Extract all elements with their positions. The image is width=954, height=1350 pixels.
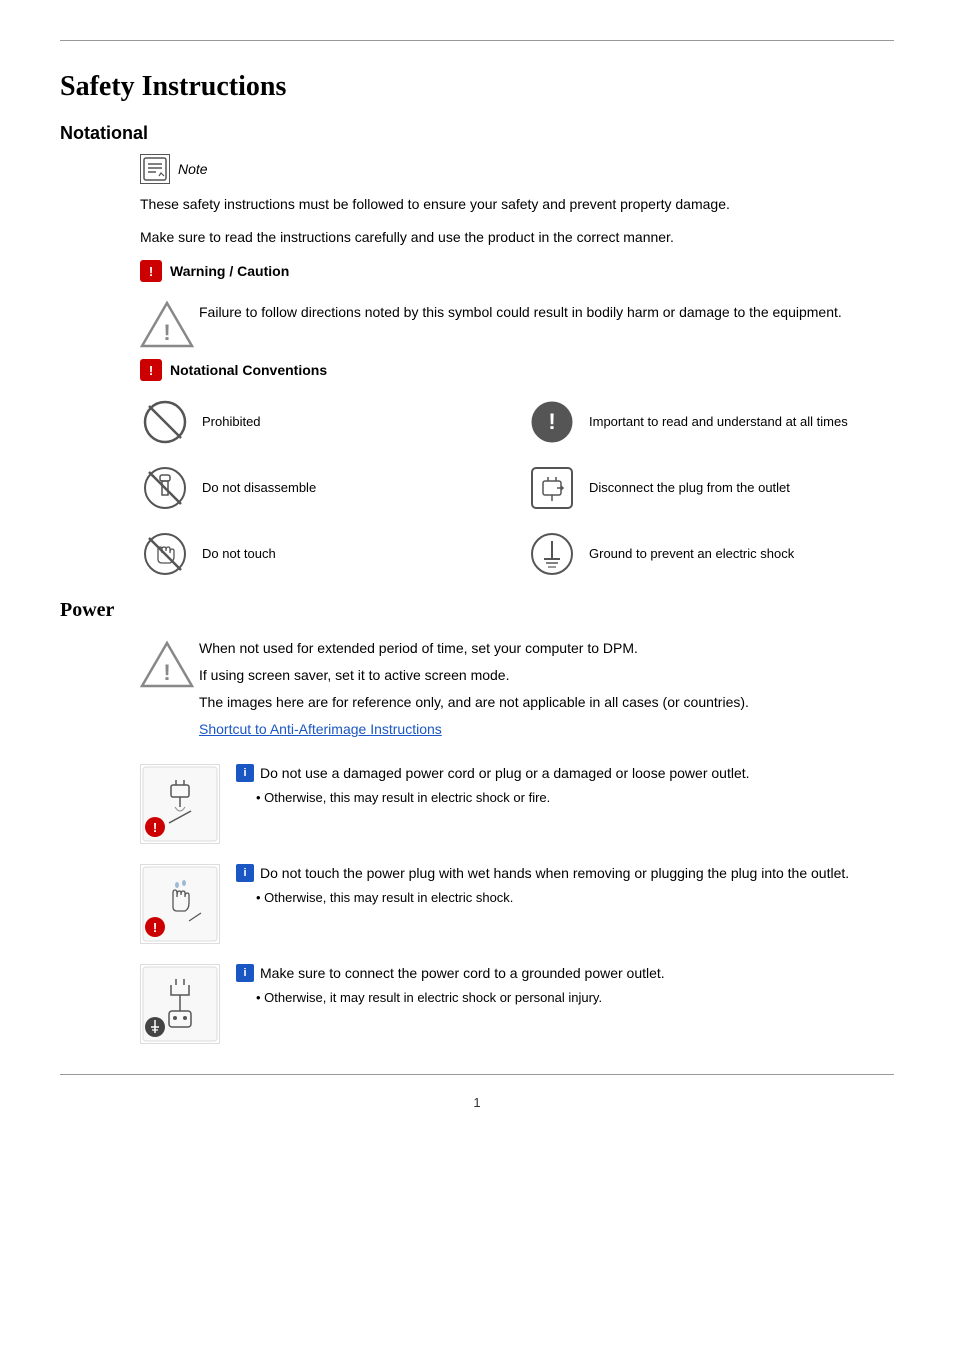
disassemble-label: Do not disassemble xyxy=(202,479,316,497)
prohibited-label: Prohibited xyxy=(202,413,261,431)
ground-icon xyxy=(527,529,577,579)
page-number: 1 xyxy=(60,1095,894,1110)
note-label: Note xyxy=(178,161,208,177)
disconnect-label: Disconnect the plug from the outlet xyxy=(589,479,790,497)
warning-caution-header: ! Warning / Caution xyxy=(140,260,894,282)
svg-text:!: ! xyxy=(548,409,555,434)
note-svg xyxy=(142,156,168,182)
power-bullet-3: Otherwise, it may result in electric sho… xyxy=(256,988,894,1008)
power-heading: Power xyxy=(60,599,894,622)
conventions-heading: Notational Conventions xyxy=(170,362,327,378)
power-item-label-1: Do not use a damaged power cord or plug … xyxy=(260,765,750,781)
warning-row: ! Failure to follow directions noted by … xyxy=(140,298,894,343)
convention-touch: Do not touch xyxy=(140,529,507,579)
power-img-3 xyxy=(140,964,220,1044)
blue-icon-3: i xyxy=(236,964,254,982)
svg-text:!: ! xyxy=(163,660,170,685)
warning-caution-icon: ! xyxy=(140,260,162,282)
power-img-1: ! xyxy=(140,764,220,844)
power-text-1: i Do not use a damaged power cord or plu… xyxy=(236,764,894,808)
conventions-grid: Prohibited ! Important to read and under… xyxy=(140,397,894,579)
page: Safety Instructions Notational Note Thes… xyxy=(0,0,954,1350)
ground-label: Ground to prevent an electric shock xyxy=(589,545,794,563)
blue-icon-1: i xyxy=(236,764,254,782)
warning-caution-label: Warning / Caution xyxy=(170,263,289,279)
convention-disconnect: Disconnect the plug from the outlet xyxy=(527,463,894,513)
note-row: Note xyxy=(140,154,894,184)
power-item-title-1: i Do not use a damaged power cord or plu… xyxy=(236,764,894,782)
power-triangle-icon: ! xyxy=(140,638,185,683)
disassemble-icon xyxy=(140,463,190,513)
power-text-3: i Make sure to connect the power cord to… xyxy=(236,964,894,1008)
power-warning2: If using screen saver, set it to active … xyxy=(199,665,749,686)
important-icon: ! xyxy=(527,397,577,447)
touch-icon xyxy=(140,529,190,579)
power-warning3: The images here are for reference only, … xyxy=(199,692,749,713)
warning-text: Failure to follow directions noted by th… xyxy=(199,298,842,323)
power-item-3: i Make sure to connect the power cord to… xyxy=(140,964,894,1044)
power-warning1: When not used for extended period of tim… xyxy=(199,638,749,659)
power-item-title-3: i Make sure to connect the power cord to… xyxy=(236,964,894,982)
power-item-title-2: i Do not touch the power plug with wet h… xyxy=(236,864,894,882)
power-bullet-1: Otherwise, this may result in electric s… xyxy=(256,788,894,808)
convention-important: ! Important to read and understand at al… xyxy=(527,397,894,447)
convention-prohibited: Prohibited xyxy=(140,397,507,447)
convention-ground: Ground to prevent an electric shock xyxy=(527,529,894,579)
top-border xyxy=(60,40,894,41)
power-item-2: ! i Do not touch the power plug with wet… xyxy=(140,864,894,944)
notational-body2: Make sure to read the instructions caref… xyxy=(140,227,894,248)
notational-heading: Notational xyxy=(60,123,894,144)
svg-text:!: ! xyxy=(153,920,157,935)
conventions-header: ! Notational Conventions xyxy=(140,359,894,381)
page-title: Safety Instructions xyxy=(60,71,894,103)
power-item-1: ! i Do not use a damaged power cord or p… xyxy=(140,764,894,844)
touch-label: Do not touch xyxy=(202,545,276,563)
important-label: Important to read and understand at all … xyxy=(589,413,848,431)
disconnect-icon xyxy=(527,463,577,513)
note-icon xyxy=(140,154,170,184)
shortcut-link[interactable]: Shortcut to Anti-Afterimage Instructions xyxy=(199,721,442,737)
svg-text:!: ! xyxy=(163,320,170,345)
notational-body1: These safety instructions must be follow… xyxy=(140,194,894,215)
bottom-border xyxy=(60,1074,894,1075)
power-warning-texts: When not used for extended period of tim… xyxy=(199,638,749,752)
power-shortcut[interactable]: Shortcut to Anti-Afterimage Instructions xyxy=(199,719,749,740)
blue-icon-2: i xyxy=(236,864,254,882)
power-text-2: i Do not touch the power plug with wet h… xyxy=(236,864,894,908)
power-img-2: ! xyxy=(140,864,220,944)
prohibited-icon xyxy=(140,397,190,447)
conventions-icon: ! xyxy=(140,359,162,381)
convention-disassemble: Do not disassemble xyxy=(140,463,507,513)
triangle-icon: ! xyxy=(140,298,185,343)
power-item-label-2: Do not touch the power plug with wet han… xyxy=(260,865,849,881)
svg-text:!: ! xyxy=(153,820,157,835)
power-item-label-3: Make sure to connect the power cord to a… xyxy=(260,965,665,981)
power-bullet-2: Otherwise, this may result in electric s… xyxy=(256,888,894,908)
power-section: ! When not used for extended period of t… xyxy=(140,638,894,1044)
power-warning-row: ! When not used for extended period of t… xyxy=(140,638,894,752)
